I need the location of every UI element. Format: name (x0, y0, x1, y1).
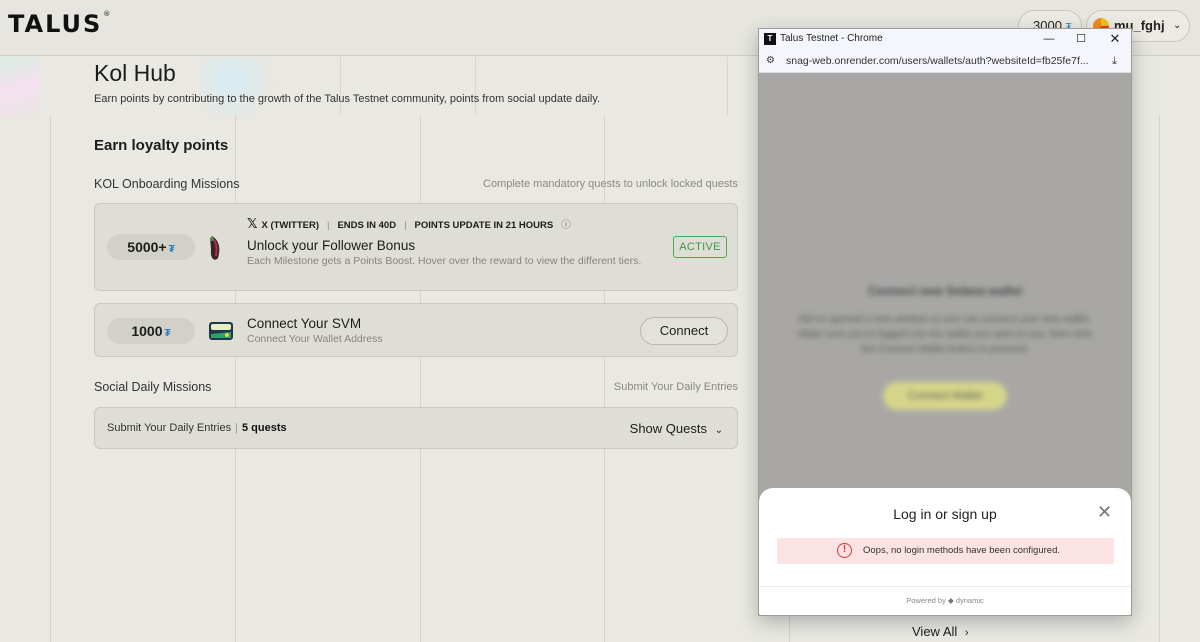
page-subtitle: Earn points by contributing to the growt… (94, 93, 601, 105)
page-title: Kol Hub (94, 60, 176, 86)
hero-glow-decoration (200, 57, 280, 115)
points-symbol-icon: ₮ (168, 244, 175, 255)
site-info-icon[interactable]: ⚙ (766, 49, 775, 73)
quest-title: Unlock your Follower Bonus (247, 238, 416, 253)
hero-gradient-decoration (0, 57, 40, 117)
view-all-link[interactable]: View All › (912, 624, 969, 639)
error-text: Oops, no login methods have been configu… (863, 545, 1060, 556)
connect-button[interactable]: Connect (640, 317, 728, 345)
quest-description: Connect Your Wallet Address (247, 333, 383, 345)
quest-description: Each Milestone gets a Points Boost. Hove… (247, 255, 642, 267)
grid-line (235, 115, 236, 642)
grid-line (420, 115, 421, 642)
blurred-text: We've opened a new window so you can con… (798, 314, 1092, 355)
login-modal: Log in or sign up ✕ ! Oops, no login met… (759, 488, 1131, 615)
daily-missions-note: Submit Your Daily Entries (613, 381, 738, 393)
x-twitter-icon: 𝕏 (247, 216, 258, 231)
points-symbol-icon: ₮ (164, 328, 171, 339)
address-bar[interactable]: ⚙ snag-web.onrender.com/users/wallets/au… (759, 49, 1131, 73)
show-quests-button[interactable]: Show Quests ⌄ (630, 421, 723, 436)
popup-title-bar[interactable]: T Talus Testnet - Chrome — ☐ ✕ (759, 29, 1131, 49)
error-message: ! Oops, no login methods have been confi… (777, 538, 1114, 564)
grid-line (50, 115, 51, 642)
daily-row-label: Submit Your Daily Entries | 5 quests (107, 422, 287, 434)
popup-window: T Talus Testnet - Chrome — ☐ ✕ ⚙ snag-we… (758, 28, 1132, 616)
blurred-heading: Connect new Solana wallet (867, 284, 1023, 298)
section-title: Earn loyalty points (94, 137, 229, 154)
close-window-icon[interactable]: ✕ (1101, 29, 1129, 49)
powered-by[interactable]: Powered by ◆ dynamic (759, 596, 1131, 605)
download-icon[interactable]: ⤓ (1112, 49, 1117, 73)
status-badge: ACTIVE (673, 236, 727, 258)
blurred-connect-button: Connect Wallet (883, 382, 1007, 410)
kol-missions-label: KOL Onboarding Missions (94, 177, 240, 191)
info-icon: ⓘ (561, 220, 571, 231)
divider (759, 586, 1131, 587)
login-title: Log in or sign up (893, 506, 997, 522)
error-icon: ! (837, 543, 852, 558)
maximize-icon[interactable]: ☐ (1067, 29, 1095, 49)
quest-card-connect-svm[interactable]: 1000 ₮ Connect Your SVM Connect Your Wall… (94, 303, 738, 357)
follower-bonus-icon (210, 236, 220, 260)
hero-grid-decoration (340, 57, 728, 115)
minimize-icon[interactable]: — (1035, 29, 1063, 49)
chevron-right-icon: › (964, 627, 969, 639)
wallet-icon (209, 322, 233, 340)
kol-missions-note: Complete mandatory quests to unlock lock… (483, 178, 738, 190)
blurred-content: Connect new Solana wallet We've opened a… (759, 74, 1131, 488)
reward-pill[interactable]: 1000 ₮ (107, 318, 195, 344)
dynamic-logo-icon: ◆ (947, 596, 954, 605)
close-icon[interactable]: ✕ (1097, 502, 1112, 523)
chevron-down-icon: ⌄ (1173, 20, 1182, 31)
grid-line (1159, 115, 1160, 642)
reward-pill[interactable]: 5000+ ₮ (107, 234, 195, 260)
quest-meta: 𝕏X (TWITTER) | ENDS IN 40D | POINTS UPDATE I… (247, 216, 571, 231)
quest-count: 5 quests (241, 422, 287, 434)
quest-title: Connect Your SVM (247, 316, 362, 331)
chevron-down-icon: ⌄ (714, 425, 723, 436)
url-text: snag-web.onrender.com/users/wallets/auth… (786, 55, 1089, 67)
quest-card-follower-bonus[interactable]: 5000+ ₮ 𝕏X (TWITTER) | ENDS IN 40D | POINTS U… (94, 203, 738, 291)
popup-title: Talus Testnet - Chrome (780, 33, 883, 44)
daily-missions-label: Social Daily Missions (94, 380, 212, 394)
grid-line (604, 115, 605, 642)
talus-favicon-icon: T (764, 33, 776, 45)
talus-logo[interactable]: TALUS® (8, 10, 112, 38)
daily-missions-row[interactable]: Submit Your Daily Entries | 5 quests Show … (94, 407, 738, 449)
